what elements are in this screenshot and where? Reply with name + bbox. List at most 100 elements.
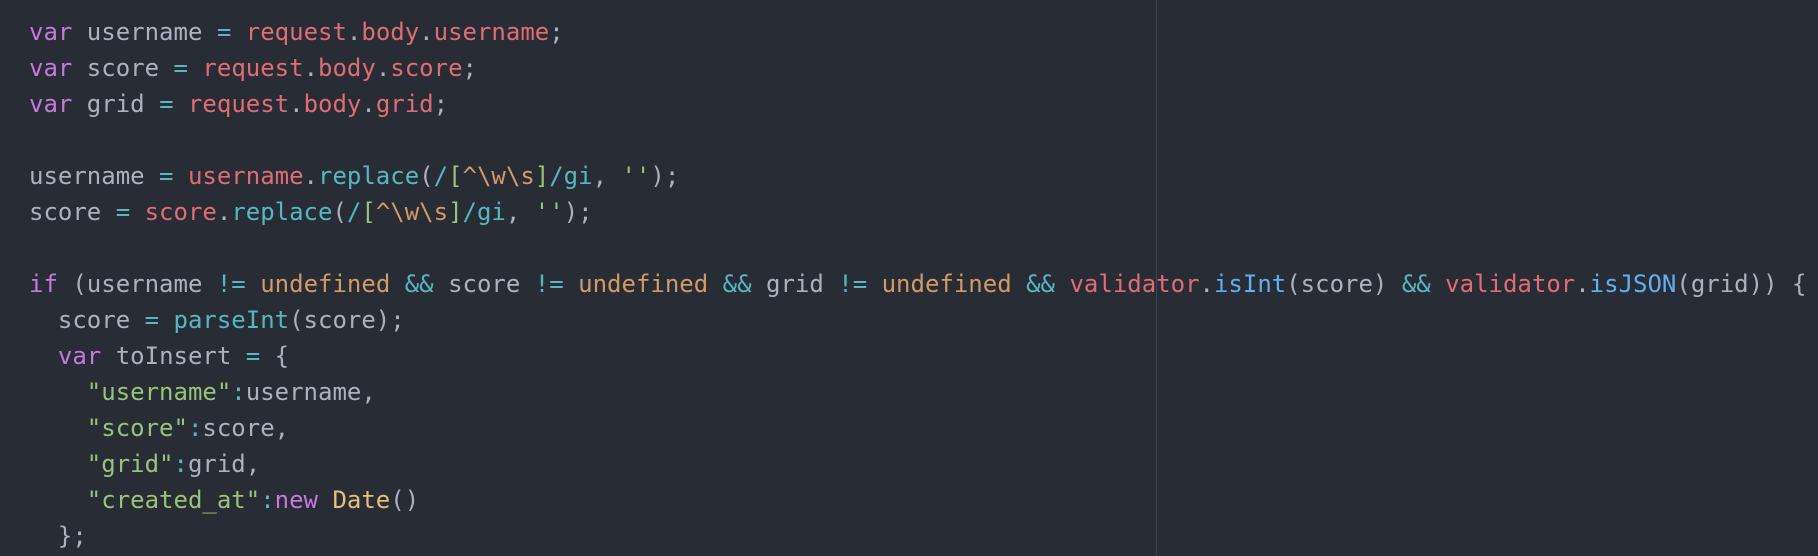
code-token-object: validator <box>1445 270 1576 298</box>
code-token-plain: username <box>72 18 217 46</box>
code-token-string: '' <box>534 198 564 226</box>
code-token-regex: /gi <box>462 198 506 226</box>
code-token-operator: : <box>231 378 246 406</box>
code-token-operator: && <box>722 270 752 298</box>
code-token-punct: ( <box>419 162 434 190</box>
code-token-plain: { <box>260 342 290 370</box>
code-token-regexchar: ] <box>448 198 463 226</box>
code-line[interactable] <box>29 230 1806 266</box>
code-token-string: "created_at" <box>86 486 261 514</box>
code-token-property: username <box>433 18 550 46</box>
code-token-operator: != <box>216 270 246 298</box>
code-token-punct: . <box>1575 270 1590 298</box>
code-token-function: isJSON <box>1589 270 1677 298</box>
code-line[interactable]: "grid":grid, <box>29 446 1806 482</box>
code-token-regex: /gi <box>549 162 593 190</box>
code-token-plain: (score) <box>1286 270 1402 298</box>
code-token-punct: . <box>303 54 319 82</box>
code-token-regex: / <box>346 198 362 226</box>
code-line[interactable] <box>29 122 1806 158</box>
code-token-punct: ; <box>462 54 477 82</box>
code-token-constant: undefined <box>260 270 391 298</box>
code-line[interactable]: username = username.replace(/[^\w\s]/gi,… <box>29 158 1806 194</box>
code-token-string: "grid" <box>86 450 174 478</box>
code-token-plain: score <box>29 198 116 226</box>
code-editor[interactable]: var username = request.body.username; var… <box>0 0 1818 556</box>
code-token-operator: = <box>173 54 188 82</box>
code-token-method: replace <box>231 198 333 226</box>
code-token-object: validator <box>1069 270 1200 298</box>
code-token-operator: : <box>260 486 275 514</box>
code-line[interactable]: var username = request.body.username; <box>29 14 1806 50</box>
code-token-object: request <box>187 90 290 118</box>
code-token-operator: && <box>1401 270 1431 298</box>
code-token-plain: grid <box>751 270 839 298</box>
code-area[interactable]: var username = request.body.username; var… <box>29 14 1806 554</box>
code-token-punct: . <box>216 198 232 226</box>
code-token-operator: : <box>187 414 203 442</box>
code-token-punct: . <box>361 90 376 118</box>
code-line[interactable]: "username":username, <box>29 374 1806 410</box>
code-token-plain: toInsert <box>101 342 246 370</box>
code-token-plain: (username <box>57 270 217 298</box>
code-line[interactable]: "created_at":new Date() <box>29 482 1806 518</box>
code-line[interactable]: score = parseInt(score); <box>29 302 1806 338</box>
code-token-method: replace <box>318 162 420 190</box>
code-token-escape: ^\w\s <box>375 198 449 226</box>
code-token-keyword: var <box>29 54 73 82</box>
code-token-plain: }; <box>29 522 87 550</box>
code-token-plain: username <box>29 162 160 190</box>
code-token-punct: . <box>375 54 391 82</box>
code-token-plain: (score); <box>289 306 405 334</box>
code-token-regex: / <box>433 162 449 190</box>
code-token-punct: . <box>346 18 362 46</box>
code-token-function: isInt <box>1213 270 1287 298</box>
code-token-property: body <box>318 54 376 82</box>
code-token-operator: = <box>115 198 131 226</box>
code-token-operator: && <box>404 270 434 298</box>
code-token-plain: grid, <box>187 450 261 478</box>
code-line[interactable]: var grid = request.body.grid; <box>29 86 1806 122</box>
code-line[interactable]: score = score.replace(/[^\w\s]/gi, ''); <box>29 194 1806 230</box>
code-token-keyword: var <box>57 342 102 370</box>
code-line[interactable]: }; <box>29 518 1806 554</box>
code-token-regexchar: ] <box>534 162 550 190</box>
code-token-punct: . <box>303 162 318 190</box>
code-token-punct: . <box>1199 270 1214 298</box>
code-token-keyword: var <box>29 18 73 46</box>
code-line[interactable]: if (username != undefined && score != un… <box>29 266 1806 302</box>
code-token-plain: score, <box>202 414 290 442</box>
code-line[interactable]: "score":score, <box>29 410 1806 446</box>
code-token-property: body <box>361 18 420 46</box>
code-token-object: request <box>245 18 347 46</box>
code-token-operator: = <box>245 342 261 370</box>
code-token-object: request <box>202 54 304 82</box>
code-token-punct: ( <box>332 198 347 226</box>
code-token-punct: . <box>289 90 304 118</box>
code-token-property: grid <box>375 90 434 118</box>
code-token-punct: ); <box>563 198 593 226</box>
code-token-punct: , <box>592 162 622 190</box>
code-token-object: username <box>187 162 304 190</box>
code-token-operator: = <box>159 90 174 118</box>
code-token-plain: grid <box>72 90 160 118</box>
code-line[interactable]: var score = request.body.score; <box>29 50 1806 86</box>
code-token-punct: . <box>419 18 434 46</box>
code-line[interactable]: var toInsert = { <box>29 338 1806 374</box>
